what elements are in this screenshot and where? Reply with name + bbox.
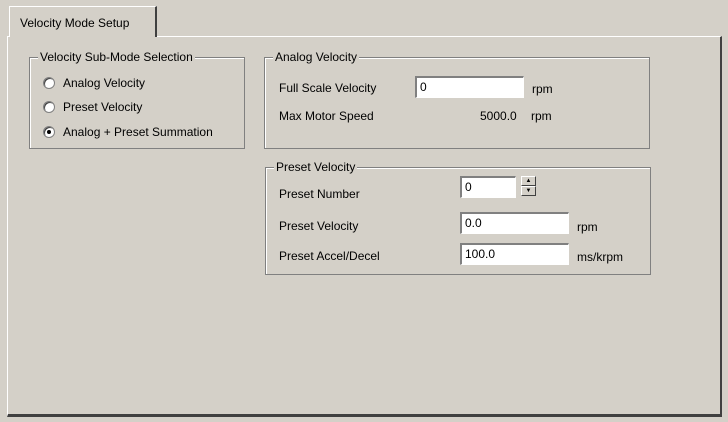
preset-accel-decel-label: Preset Accel/Decel xyxy=(279,249,380,263)
spin-down-icon[interactable]: ▼ xyxy=(521,186,536,196)
radio-label-analog-preset-summation: Analog + Preset Summation xyxy=(63,125,213,139)
preset-accel-decel-input[interactable]: 100.0 xyxy=(460,243,569,265)
preset-number-input[interactable]: 0 xyxy=(460,176,516,198)
preset-accel-decel-unit: ms/krpm xyxy=(577,250,623,264)
radio-preset-velocity[interactable]: Preset Velocity xyxy=(43,100,142,114)
full-scale-velocity-unit: rpm xyxy=(532,82,553,96)
preset-velocity-input[interactable]: 0.0 xyxy=(460,212,569,234)
preset-velocity-unit: rpm xyxy=(577,220,598,234)
radio-analog-preset-summation[interactable]: Analog + Preset Summation xyxy=(43,125,213,139)
analog-velocity-group: Analog Velocity xyxy=(264,49,650,149)
radio-analog-velocity[interactable]: Analog Velocity xyxy=(43,76,145,90)
preset-number-label: Preset Number xyxy=(279,187,360,201)
radio-label-analog-velocity: Analog Velocity xyxy=(63,76,146,90)
radio-circle-analog-preset-summation[interactable] xyxy=(43,126,55,138)
max-motor-speed-unit: rpm xyxy=(531,109,552,123)
radio-label-preset-velocity: Preset Velocity xyxy=(63,100,143,114)
preset-velocity-group-title: Preset Velocity xyxy=(274,159,358,175)
full-scale-velocity-label: Full Scale Velocity xyxy=(279,81,377,95)
submode-group-title: Velocity Sub-Mode Selection xyxy=(38,49,195,65)
preset-number-spinner[interactable]: ▲ ▼ xyxy=(521,176,536,197)
preset-velocity-label: Preset Velocity xyxy=(279,219,359,233)
max-motor-speed-label: Max Motor Speed xyxy=(279,109,374,123)
tab-velocity-mode-setup[interactable]: Velocity Mode Setup xyxy=(9,6,157,37)
radio-circle-analog-velocity[interactable] xyxy=(43,77,55,89)
analog-velocity-group-title: Analog Velocity xyxy=(273,49,360,65)
full-scale-velocity-input[interactable]: 0 xyxy=(415,76,524,98)
radio-circle-preset-velocity[interactable] xyxy=(43,101,55,113)
tab-label: Velocity Mode Setup xyxy=(20,16,130,30)
spin-up-icon[interactable]: ▲ xyxy=(521,176,536,186)
max-motor-speed-value: 5000.0 xyxy=(480,109,517,123)
